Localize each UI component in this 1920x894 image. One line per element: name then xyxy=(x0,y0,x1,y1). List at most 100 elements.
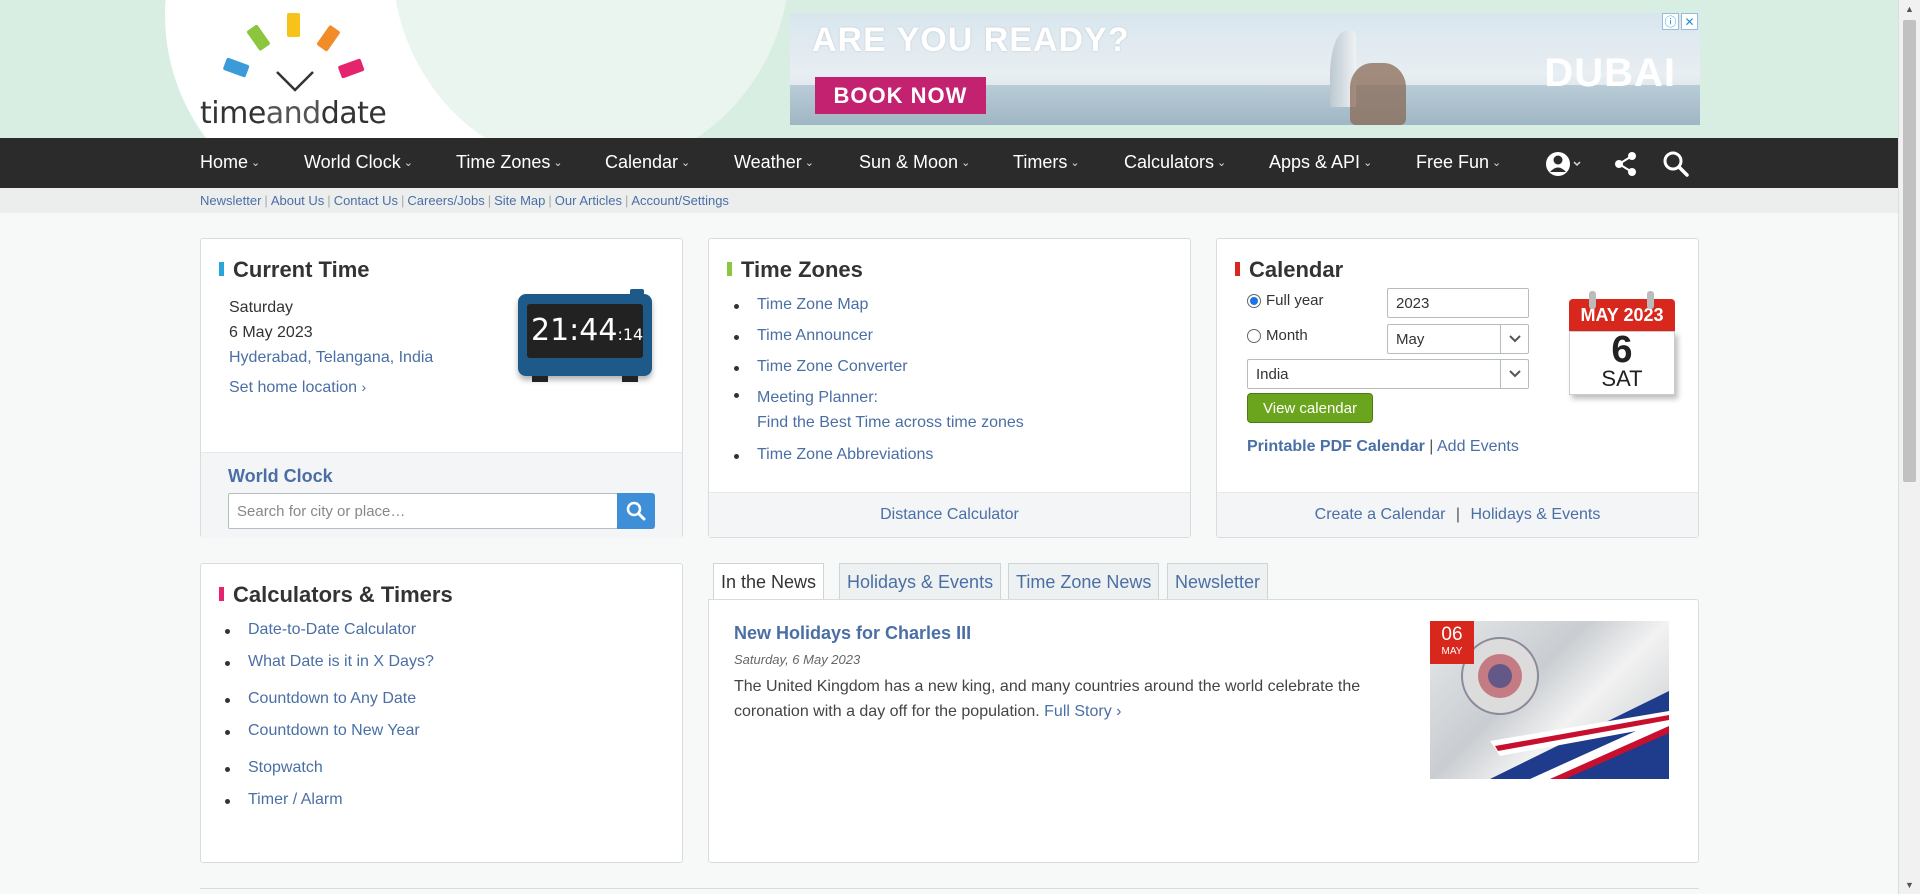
ad-info-icon[interactable]: ⓘ xyxy=(1662,13,1679,30)
calculators-timers-card: Calculators & Timers Date-to-Date Calcul… xyxy=(200,563,683,863)
tab-newsletter[interactable]: Newsletter xyxy=(1167,563,1269,600)
add-events-link[interactable]: Add Events xyxy=(1437,438,1519,455)
subnav-contact-us[interactable]: Contact Us xyxy=(334,193,398,208)
link-meeting-planner[interactable]: Meeting Planner: Find the Best Time acros… xyxy=(734,385,1024,435)
nav-time-zones[interactable]: Time Zones ⌄ xyxy=(456,152,563,173)
site-logo[interactable]: timeanddate xyxy=(200,8,400,131)
subnav-newsletter[interactable]: Newsletter xyxy=(200,193,261,208)
subnav-site-map[interactable]: Site Map xyxy=(494,193,545,208)
link-stopwatch[interactable]: Stopwatch xyxy=(225,759,434,777)
nav-free-fun[interactable]: Free Fun ⌄ xyxy=(1416,152,1501,173)
holidays-events-link[interactable]: Holidays & Events xyxy=(1470,506,1600,523)
subnav-about-us[interactable]: About Us xyxy=(271,193,324,208)
tab-time-zone-news[interactable]: Time Zone News xyxy=(1008,563,1160,600)
chevron-down-icon xyxy=(1500,360,1528,388)
ad-brand: DUBAI xyxy=(1544,51,1676,95)
radio-unselected-icon xyxy=(1247,328,1261,343)
share-icon xyxy=(1615,152,1636,176)
chevron-down-icon: ⌄ xyxy=(961,157,971,169)
news-headline-link[interactable]: New Holidays for Charles III xyxy=(734,623,971,644)
subnav-account-settings[interactable]: Account/Settings xyxy=(631,193,729,208)
printable-pdf-calendar-link[interactable]: Printable PDF Calendar xyxy=(1247,438,1425,455)
subnav-our-articles[interactable]: Our Articles xyxy=(555,193,622,208)
current-date: 6 May 2023 xyxy=(229,324,313,341)
create-calendar-link[interactable]: Create a Calendar xyxy=(1315,506,1446,523)
scrollbar-thumb[interactable] xyxy=(1903,20,1916,482)
clock-seconds: :14 xyxy=(617,325,644,344)
link-separator: | xyxy=(1429,438,1434,455)
search-icon xyxy=(626,501,646,521)
site-search-button[interactable] xyxy=(1662,150,1690,178)
ad-person xyxy=(1350,63,1406,125)
sub-nav: Newsletter | About Us | Contact Us | Careers/J… xyxy=(0,188,1898,213)
link-countdown-new-year[interactable]: Countdown to New Year xyxy=(225,722,434,740)
distance-calculator-link[interactable]: Distance Calculator xyxy=(709,506,1190,524)
link-time-zone-map[interactable]: Time Zone Map xyxy=(734,296,1024,314)
chevron-down-icon xyxy=(1500,325,1528,353)
main-nav: Home ⌄ World Clock ⌄ Time Zones ⌄ Calendar ⌄… xyxy=(0,138,1898,188)
card-title: Calendar xyxy=(1235,257,1343,283)
scroll-down-arrow-icon[interactable]: ▼ xyxy=(1905,880,1914,890)
digital-clock-icon[interactable]: 21:44:14 xyxy=(518,289,652,382)
tab-holidays-events[interactable]: Holidays & Events xyxy=(839,563,1002,600)
divider xyxy=(200,888,1699,889)
account-menu[interactable] xyxy=(1545,150,1585,178)
ad-book-now-button[interactable]: BOOK NOW xyxy=(815,77,986,114)
link-time-zone-abbreviations[interactable]: Time Zone Abbreviations xyxy=(734,446,1024,464)
tab-in-the-news[interactable]: In the News xyxy=(713,563,825,601)
page-scrollbar[interactable]: ▲ ▼ xyxy=(1898,0,1920,894)
nav-weather[interactable]: Weather ⌄ xyxy=(734,152,814,173)
card-title: Current Time xyxy=(219,257,370,283)
link-time-zone-converter[interactable]: Time Zone Converter xyxy=(734,358,1024,376)
nav-world-clock[interactable]: World Clock ⌄ xyxy=(304,152,413,173)
calendar-card: Calendar Full year Month 2023 May India … xyxy=(1216,238,1699,538)
nav-apps-api[interactable]: Apps & API ⌄ xyxy=(1269,152,1372,173)
subnav-careers[interactable]: Careers/Jobs xyxy=(407,193,484,208)
news-panel: New Holidays for Charles III Saturday, 6… xyxy=(708,599,1699,863)
month-select[interactable]: May xyxy=(1387,324,1529,354)
search-icon xyxy=(1663,151,1689,177)
news-image[interactable]: 06 MAY xyxy=(1430,621,1669,779)
ad-choices[interactable]: ⓘ ✕ xyxy=(1662,13,1698,30)
link-what-date-x-days[interactable]: What Date is it in X Days? xyxy=(225,653,434,671)
nav-timers[interactable]: Timers ⌄ xyxy=(1013,152,1080,173)
chevron-down-icon: ⌄ xyxy=(251,157,261,169)
current-day: Saturday xyxy=(229,299,294,316)
chevron-down-icon: ⌄ xyxy=(1363,157,1373,169)
ad-close-icon[interactable]: ✕ xyxy=(1681,13,1698,30)
nav-calculators[interactable]: Calculators ⌄ xyxy=(1124,152,1226,173)
current-time-card: Current Time Saturday 6 May 2023 Hyderab… xyxy=(200,238,683,538)
share-button[interactable] xyxy=(1612,150,1640,178)
city-search-button[interactable] xyxy=(617,493,655,529)
link-separator: | xyxy=(1455,506,1461,523)
nav-sun-moon[interactable]: Sun & Moon ⌄ xyxy=(859,152,970,173)
calculators-list: Date-to-Date Calculator What Date is it … xyxy=(225,621,434,809)
current-location-link[interactable]: Hyderabad, Telangana, India xyxy=(229,345,433,370)
card-title: Calculators & Timers xyxy=(219,582,453,608)
advertisement-banner[interactable]: ARE YOU READY? BOOK NOW DUBAI ⓘ ✕ xyxy=(790,13,1700,125)
full-story-link[interactable]: Full Story › xyxy=(1044,703,1121,720)
country-select[interactable]: India xyxy=(1247,359,1529,389)
user-icon xyxy=(1546,152,1581,176)
nav-home[interactable]: Home ⌄ xyxy=(200,152,260,173)
full-year-radio[interactable]: Full year xyxy=(1247,292,1324,309)
logo-wordmark: timeanddate xyxy=(200,96,387,131)
site-header: timeanddate ARE YOU READY? BOOK NOW DUBA… xyxy=(0,0,1898,138)
month-radio[interactable]: Month xyxy=(1247,327,1308,344)
nav-calendar[interactable]: Calendar ⌄ xyxy=(605,152,690,173)
set-home-location-link[interactable]: Set home location › xyxy=(229,375,433,400)
city-search-input[interactable]: Search for city or place… xyxy=(228,493,618,529)
chevron-down-icon: ⌄ xyxy=(1217,157,1227,169)
link-time-announcer[interactable]: Time Announcer xyxy=(734,327,1024,345)
news-date-badge: 06 MAY xyxy=(1430,621,1474,664)
link-timer-alarm[interactable]: Timer / Alarm xyxy=(225,791,434,809)
logo-mark-icon xyxy=(223,13,365,92)
link-date-to-date-calculator[interactable]: Date-to-Date Calculator xyxy=(225,621,434,639)
chevron-right-icon: › xyxy=(1116,703,1122,720)
link-countdown-any-date[interactable]: Countdown to Any Date xyxy=(225,690,434,708)
card-footer: Distance Calculator xyxy=(709,492,1190,537)
world-clock-link[interactable]: World Clock xyxy=(228,466,333,487)
view-calendar-button[interactable]: View calendar xyxy=(1247,393,1373,423)
year-input[interactable]: 2023 xyxy=(1387,288,1529,318)
scroll-up-arrow-icon[interactable]: ▲ xyxy=(1905,4,1914,14)
